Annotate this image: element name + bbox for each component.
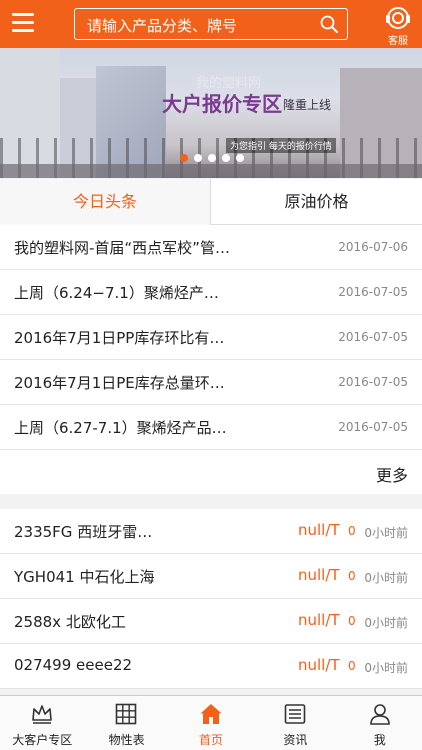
news-date: 2016-07-06 — [338, 240, 408, 254]
nav-vip-customers[interactable]: 大客户专区 — [0, 696, 84, 750]
carousel-indicator[interactable] — [180, 154, 250, 164]
carousel-dot[interactable] — [180, 154, 188, 162]
banner-headline-suffix: 隆重上线 — [283, 98, 332, 112]
product-price: null/T — [298, 521, 340, 539]
bottom-nav: 大客户专区 物性表 首页 资讯 我 — [0, 695, 422, 750]
search-icon[interactable] — [319, 14, 339, 34]
service-label: 客服 — [388, 36, 408, 47]
nav-home[interactable]: 首页 — [169, 696, 253, 750]
price-item[interactable]: 2588x 北欧化工 null/T 0 0小时前 — [0, 599, 422, 644]
price-change: 0 — [348, 659, 356, 673]
news-item[interactable]: 我的塑料网-首届“西点军校”管… 2016-07-06 — [0, 225, 422, 270]
product-price: null/T — [298, 656, 340, 674]
price-change: 0 — [348, 524, 356, 538]
carousel-dot[interactable] — [222, 154, 230, 162]
carousel-dot[interactable] — [208, 154, 216, 162]
banner-tagline: 为您指引 每天的报价行情 — [226, 138, 336, 153]
user-icon — [369, 704, 390, 725]
news-list: 我的塑料网-首届“西点军校”管… 2016-07-06 上周（6.24−7.1）… — [0, 225, 422, 494]
nav-me[interactable]: 我 — [338, 696, 422, 750]
price-list: 2335FG 西班牙雷… null/T 0 0小时前 YGH041 中石化上海 … — [0, 509, 422, 689]
update-time: 0小时前 — [364, 526, 408, 540]
nav-label: 资讯 — [283, 733, 308, 747]
home-icon — [200, 704, 222, 724]
nav-property-table[interactable]: 物性表 — [84, 696, 168, 750]
news-date: 2016-07-05 — [338, 330, 408, 344]
product-price: null/T — [298, 566, 340, 584]
news-title: 2016年7月1日PE库存总量环… — [14, 374, 225, 392]
product-name: 2588x 北欧化工 — [14, 613, 126, 631]
news-item[interactable]: 上周（6.24−7.1）聚烯烃产… 2016-07-05 — [0, 270, 422, 315]
banner-headline-main: 大户报价专区 — [162, 92, 282, 116]
nav-label: 首页 — [198, 733, 223, 747]
carousel-dot[interactable] — [194, 154, 202, 162]
news-title: 上周（6.27-7.1）聚烯烃产品… — [14, 419, 227, 437]
news-item[interactable]: 2016年7月1日PE库存总量环… 2016-07-05 — [0, 360, 422, 405]
headset-icon — [386, 7, 410, 29]
tab-headlines[interactable]: 今日头条 — [0, 179, 211, 225]
news-tabs: 今日头条 原油价格 — [0, 179, 422, 225]
nav-news[interactable]: 资讯 — [253, 696, 337, 750]
product-name: 027499 eeee22 — [14, 656, 133, 674]
news-item[interactable]: 2016年7月1日PP库存环比有… 2016-07-05 — [0, 315, 422, 360]
news-icon — [284, 704, 306, 724]
news-title: 2016年7月1日PP库存环比有… — [14, 329, 225, 347]
news-item[interactable]: 上周（6.27-7.1）聚烯烃产品… 2016-07-05 — [0, 405, 422, 450]
nav-label: 我 — [373, 733, 386, 747]
grid-table-icon — [116, 703, 137, 725]
news-title: 上周（6.24−7.1）聚烯烃产… — [14, 284, 219, 302]
nav-label: 大客户专区 — [12, 733, 73, 747]
news-date: 2016-07-05 — [338, 285, 408, 299]
update-time: 0小时前 — [364, 616, 408, 630]
search-box[interactable]: 请输入产品分类、牌号 — [74, 8, 348, 40]
nav-label: 物性表 — [108, 733, 145, 747]
news-date: 2016-07-05 — [338, 420, 408, 434]
update-time: 0小时前 — [364, 571, 408, 585]
top-bar: 请输入产品分类、牌号 客服 — [0, 0, 422, 48]
product-name: 2335FG 西班牙雷… — [14, 523, 153, 541]
search-input[interactable]: 请输入产品分类、牌号 — [87, 15, 237, 36]
news-date: 2016-07-05 — [338, 375, 408, 389]
more-link[interactable]: 更多 — [376, 462, 408, 486]
tab-crude-oil-price[interactable]: 原油价格 — [211, 179, 422, 225]
customer-service-button[interactable]: 客服 — [384, 4, 412, 47]
banner-headline: 大户报价专区 — [162, 88, 282, 117]
price-change: 0 — [348, 569, 356, 583]
price-item[interactable]: 2335FG 西班牙雷… null/T 0 0小时前 — [0, 509, 422, 554]
deck-graphic — [0, 164, 422, 178]
news-title: 我的塑料网-首届“西点军校”管… — [14, 239, 230, 257]
product-price: null/T — [298, 611, 340, 629]
product-name: YGH041 中石化上海 — [14, 568, 155, 586]
crown-icon — [32, 705, 52, 724]
more-row: 更多 — [0, 450, 422, 494]
carousel-dot[interactable] — [236, 154, 244, 162]
update-time: 0小时前 — [364, 661, 408, 675]
menu-icon[interactable] — [12, 11, 34, 33]
price-item[interactable]: 027499 eeee22 null/T 0 0小时前 — [0, 644, 422, 689]
price-change: 0 — [348, 614, 356, 628]
price-item[interactable]: YGH041 中石化上海 null/T 0 0小时前 — [0, 554, 422, 599]
